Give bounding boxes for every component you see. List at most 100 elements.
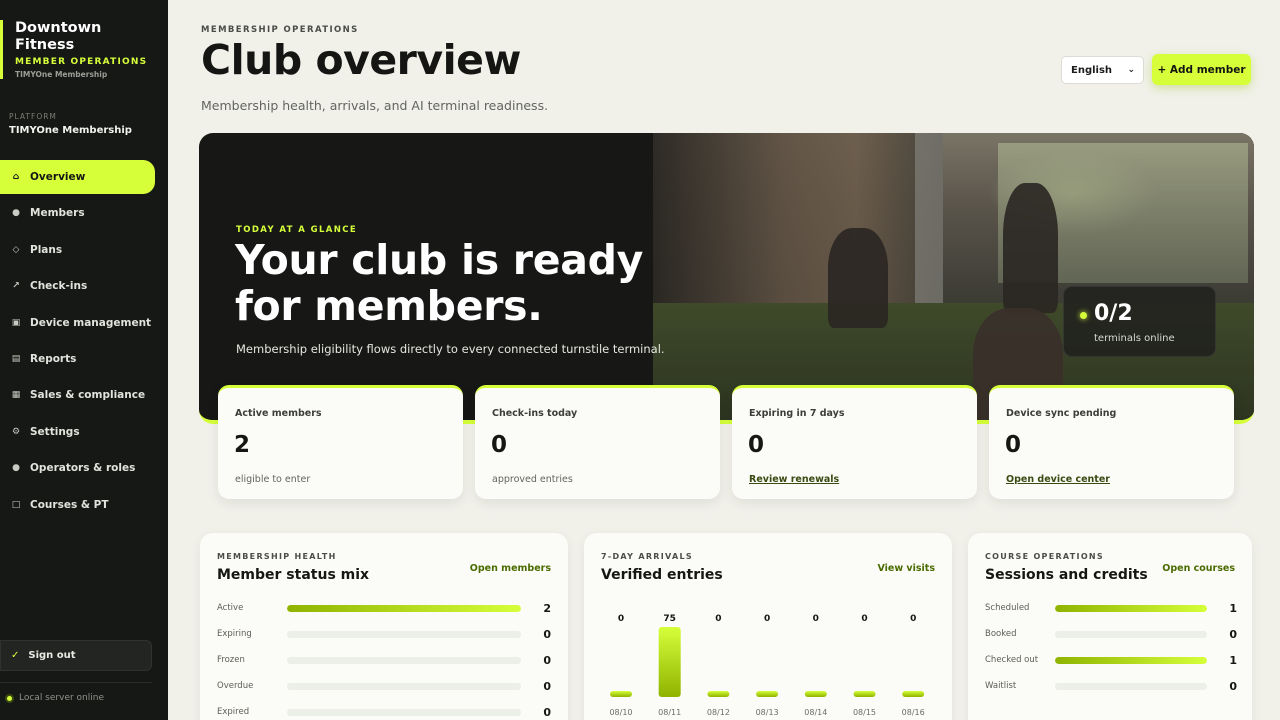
sidebar-item-label: Device management [30,316,152,329]
sidebar-item-courses-pt[interactable]: □ Courses & PT [0,488,155,522]
panel-title: Sessions and credits [985,567,1148,583]
open-members-link[interactable]: Open members [470,563,551,574]
open-courses-link[interactable]: Open courses [1162,563,1235,574]
sidebar-item-settings[interactable]: ⚙ Settings [0,415,155,449]
kpi-label: Active members [235,408,322,419]
row-bar-track [1055,682,1207,690]
sidebar-item-label: Courses & PT [30,498,109,511]
status-row: Scheduled 1 [985,601,1237,615]
row-count: 1 [1229,601,1237,615]
membership-health-panel: MEMBERSHIP HEALTH Member status mix Open… [200,533,568,720]
sign-out-label: Sign out [28,650,76,661]
page-eyebrow: MEMBERSHIP OPERATIONS [201,25,359,35]
chart-tick-label: 08/15 [853,708,876,717]
dot-icon: ● [12,208,20,219]
server-status: Local server online [5,693,104,703]
chart-data-label: 0 [715,614,721,624]
row-label: Frozen [217,655,245,665]
brand-subtitle: MEMBER OPERATIONS [15,57,148,67]
row-label: Waitlist [985,681,1017,691]
platform-value: TIMYOne Membership [9,125,132,136]
chart-bar [853,691,876,697]
sidebar-item-sales-compliance[interactable]: ▦ Sales & compliance [0,378,155,412]
row-label: Checked out [985,655,1039,665]
kpi-label: Device sync pending [1006,408,1117,419]
brand-name: Downtown Fitness [15,20,102,53]
terminals-value: 0/2 [1094,301,1133,326]
row-label: Scheduled [985,603,1030,613]
chevron-down-icon: ⌄ [1127,65,1135,75]
arrivals-panel: 7-DAY ARRIVALS Verified entries View vis… [584,533,952,720]
chart-bar [707,691,730,697]
home-icon: ⌂ [12,172,20,182]
row-bar-track [287,682,521,690]
row-label: Overdue [217,681,254,691]
sidebar-nav: ⌂ Overview ● Members ◇ Plans ↗ Check-ins… [0,160,168,524]
row-count: 0 [543,705,551,719]
sidebar-item-members[interactable]: ● Members [0,196,155,230]
terminals-label: terminals online [1094,333,1175,344]
sidebar: Downtown Fitness MEMBER OPERATIONS TIMYO… [0,0,168,720]
kpi-sub: approved entries [492,474,573,485]
sign-out-button[interactable]: ✓ Sign out [0,640,152,671]
row-label: Active [217,603,244,613]
kpi-sub: eligible to enter [235,474,311,485]
status-row: Expired 0 [217,705,551,719]
sidebar-item-label: Overview [30,171,86,183]
chart-tick-label: 08/16 [902,708,925,717]
chart-data-label: 0 [861,614,867,624]
chart-bar [756,691,779,697]
courses-panel: COURSE OPERATIONS Sessions and credits O… [968,533,1252,720]
sidebar-item-plans[interactable]: ◇ Plans [0,233,155,267]
panel-eyebrow: COURSE OPERATIONS [985,552,1104,561]
kpi-value: 2 [234,432,251,458]
review-renewals-link[interactable]: Review renewals [749,474,839,485]
report-icon: ▤ [11,353,21,364]
terminals-status-card: 0/2 terminals online [1063,286,1216,357]
row-count: 0 [1229,679,1237,693]
brand-product: TIMYOne Membership [15,70,108,79]
sidebar-item-reports[interactable]: ▤ Reports [0,342,155,376]
sidebar-item-label: Check-ins [30,280,88,293]
row-bar-track [1055,604,1207,612]
gear-icon: ⚙ [11,426,21,437]
sidebar-item-operators-roles[interactable]: ● Operators & roles [0,451,155,485]
hero-title: Your club is ready for members. [235,236,644,330]
status-row: Expiring 0 [217,627,551,641]
sidebar-item-check-ins[interactable]: ↗ Check-ins [0,269,155,303]
diamond-icon: ◇ [12,244,20,255]
kpi-active-members: Active members 2 eligible to enter [218,385,463,499]
sidebar-item-device-management[interactable]: ▣ Device management [0,306,155,340]
row-count: 0 [543,627,551,641]
photo-figure [828,228,888,328]
row-count: 0 [1229,627,1237,641]
page-title: Club overview [201,36,521,84]
row-bar-track [1055,656,1207,664]
kpi-value: 0 [491,432,508,458]
photo-wall [653,133,943,303]
open-device-center-link[interactable]: Open device center [1006,474,1110,485]
kpi-check-ins-today: Check-ins today 0 approved entries [475,385,720,499]
row-bar-fill [1055,604,1207,612]
chart-data-label: 0 [910,614,916,624]
sidebar-item-overview[interactable]: ⌂ Overview [0,160,155,194]
chart-tick-label: 08/13 [756,708,779,717]
sidebar-divider [0,682,152,683]
sidebar-item-label: Reports [30,352,77,365]
row-bar-track [287,604,521,612]
check-icon: ✓ [11,650,20,661]
online-dot-icon [1080,312,1087,319]
chart-bar [804,691,827,697]
sidebar-item-label: Sales & compliance [30,389,146,402]
add-member-button[interactable]: + Add member [1152,54,1251,85]
kpi-device-sync: Device sync pending 0 Open device center [989,385,1234,499]
status-dot-icon [5,693,14,703]
row-count: 1 [1229,653,1237,667]
arrow-icon: ↗ [12,281,20,292]
status-row: Booked 0 [985,627,1237,641]
chart-tick-label: 08/10 [609,708,632,717]
hero-banner: TODAY AT A GLANCE Your club is ready for… [199,133,1254,424]
row-bar-track [287,708,521,716]
language-select[interactable]: English ⌄ [1061,56,1144,84]
chart-tick-label: 08/14 [804,708,827,717]
